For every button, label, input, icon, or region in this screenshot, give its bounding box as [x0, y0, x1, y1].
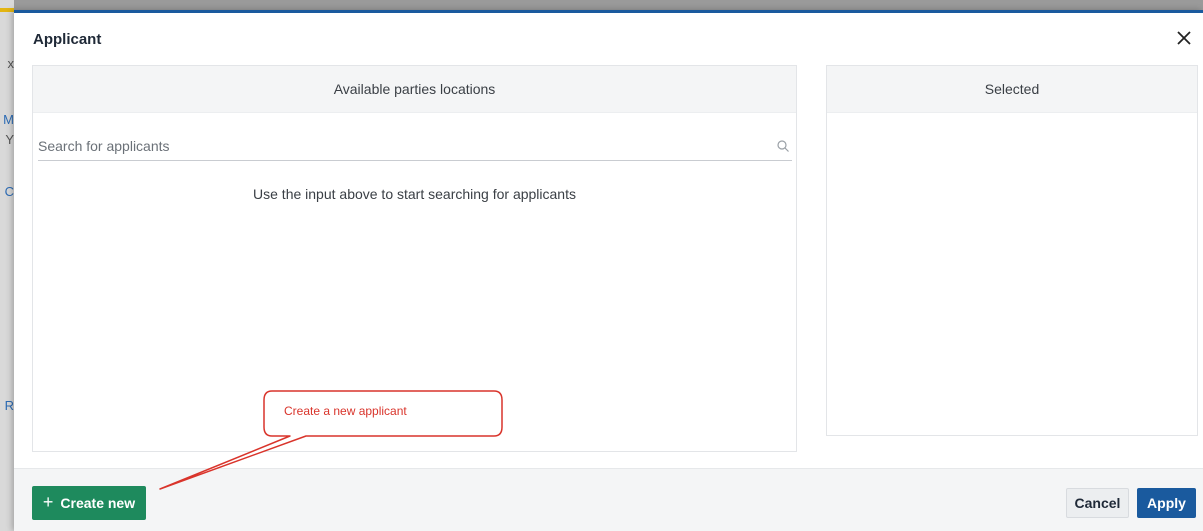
search-field: [38, 132, 792, 161]
apply-button[interactable]: Apply: [1137, 488, 1196, 518]
background-text-r: R: [4, 398, 14, 413]
background-text-y: Y: [5, 132, 14, 147]
search-input[interactable]: [38, 132, 768, 160]
applicant-dialog: Applicant Available parties locations Us…: [14, 10, 1203, 531]
cancel-button[interactable]: Cancel: [1066, 488, 1129, 518]
dialog-footer: + Create new Cancel Apply: [14, 468, 1203, 531]
search-icon[interactable]: [776, 139, 790, 153]
available-parties-panel: Available parties locations Use the inpu…: [32, 65, 797, 452]
selected-panel-header: Selected: [827, 66, 1197, 113]
close-button[interactable]: [1173, 27, 1195, 49]
annotation-text: Create a new applicant: [284, 404, 407, 418]
create-new-button[interactable]: + Create new: [32, 486, 146, 520]
available-panel-header: Available parties locations: [33, 66, 796, 113]
background-text-c: C: [4, 184, 14, 199]
background-text-m: M: [3, 112, 14, 127]
close-icon: [1177, 31, 1191, 45]
page: x M Y C R Applicant Available parties lo…: [0, 0, 1203, 531]
plus-icon: +: [42, 492, 54, 512]
background-text-x: x: [7, 56, 15, 71]
background-accent-bar: [0, 8, 14, 12]
dialog-header: Applicant: [14, 13, 1203, 65]
background-page: x M Y C R: [0, 0, 14, 531]
create-new-label: Create new: [60, 495, 136, 511]
selected-panel: Selected: [826, 65, 1198, 436]
empty-search-message: Use the input above to start searching f…: [253, 186, 576, 202]
dialog-title: Applicant: [33, 31, 102, 48]
